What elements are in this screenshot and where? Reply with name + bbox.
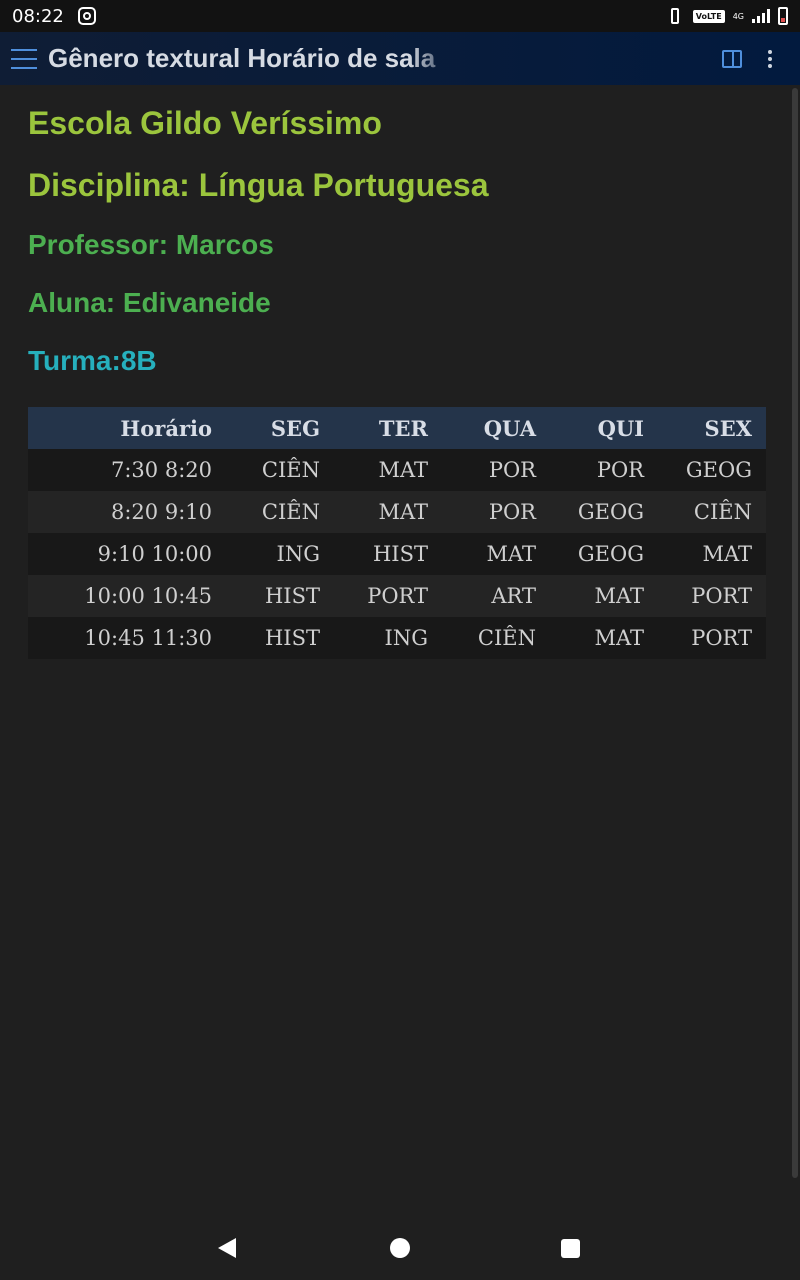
table-cell: POR: [442, 491, 550, 533]
table-row: 9:10 10:00 ING HIST MAT GEOG MAT: [28, 533, 766, 575]
status-bar: 08:22 VoLTE 4G: [0, 0, 800, 32]
table-cell: GEOG: [658, 449, 766, 491]
volte-badge: VoLTE: [692, 9, 725, 23]
header-cell: QUI: [550, 407, 658, 449]
home-icon[interactable]: [390, 1238, 410, 1258]
table-cell: 9:10 10:00: [28, 533, 226, 575]
page-title: Gênero textural Horário de sala: [48, 43, 436, 73]
table-cell: MAT: [442, 533, 550, 575]
scrollbar[interactable]: [792, 88, 798, 1178]
navigation-bar: [0, 1216, 800, 1280]
student-heading: Aluna: Edivaneide: [28, 287, 271, 318]
reader-view-icon[interactable]: [722, 49, 742, 68]
table-cell: CIÊN: [226, 491, 334, 533]
table-cell: MAT: [550, 575, 658, 617]
network-type: 4G: [732, 11, 744, 21]
signal-icon: [752, 9, 770, 23]
table-cell: 10:45 11:30: [28, 617, 226, 659]
table-cell: CIÊN: [442, 617, 550, 659]
instagram-icon: [77, 7, 96, 25]
more-options-icon[interactable]: [768, 49, 772, 68]
table-row: 8:20 9:10 CIÊN MAT POR GEOG CIÊN: [28, 491, 766, 533]
header-cell: SEG: [226, 407, 334, 449]
table-header-row: Horário SEG TER QUA QUI SEX: [28, 407, 766, 449]
table-cell: HIST: [226, 575, 334, 617]
table-cell: MAT: [334, 491, 442, 533]
table-cell: 10:00 10:45: [28, 575, 226, 617]
school-heading: Escola Gildo Veríssimo: [28, 105, 382, 141]
table-cell: ART: [442, 575, 550, 617]
table-cell: 7:30 8:20: [28, 449, 226, 491]
schedule-table: Horário SEG TER QUA QUI SEX 7:30 8:20 CI…: [28, 407, 766, 659]
back-icon[interactable]: [218, 1238, 236, 1258]
table-row: 10:45 11:30 HIST ING CIÊN MAT PORT: [28, 617, 766, 659]
recents-icon[interactable]: [561, 1239, 580, 1258]
battery-icon: [778, 7, 788, 25]
table-cell: HIST: [226, 617, 334, 659]
teacher-heading: Professor: Marcos: [28, 229, 274, 260]
menu-icon[interactable]: [11, 48, 37, 69]
header-cell: TER: [334, 407, 442, 449]
table-cell: PORT: [658, 575, 766, 617]
table-cell: MAT: [658, 533, 766, 575]
table-cell: ING: [226, 533, 334, 575]
table-cell: MAT: [334, 449, 442, 491]
discipline-heading: Disciplina: Língua Portuguesa: [28, 167, 489, 203]
app-bar: Gênero textural Horário de sala: [0, 32, 800, 85]
status-icons: VoLTE 4G: [665, 7, 788, 25]
table-cell: CIÊN: [226, 449, 334, 491]
table-row: 7:30 8:20 CIÊN MAT POR POR GEOG: [28, 449, 766, 491]
table-cell: GEOG: [550, 533, 658, 575]
table-row: 10:00 10:45 HIST PORT ART MAT PORT: [28, 575, 766, 617]
table-cell: ING: [334, 617, 442, 659]
vibrate-icon: [665, 8, 685, 24]
table-cell: POR: [442, 449, 550, 491]
table-cell: CIÊN: [658, 491, 766, 533]
table-cell: GEOG: [550, 491, 658, 533]
class-heading: Turma:8B: [28, 345, 157, 376]
table-cell: HIST: [334, 533, 442, 575]
header-cell: QUA: [442, 407, 550, 449]
table-cell: POR: [550, 449, 658, 491]
status-time: 08:22: [12, 5, 64, 27]
table-cell: MAT: [550, 617, 658, 659]
table-cell: 8:20 9:10: [28, 491, 226, 533]
header-cell: Horário: [28, 407, 226, 449]
table-cell: PORT: [334, 575, 442, 617]
table-cell: PORT: [658, 617, 766, 659]
header-cell: SEX: [658, 407, 766, 449]
